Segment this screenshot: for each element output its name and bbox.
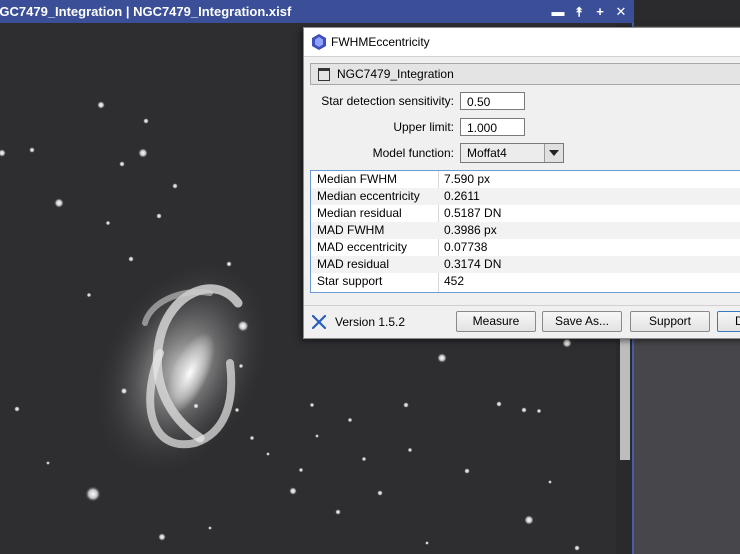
table-row: MAD FWHM 0.3986 px <box>311 222 740 239</box>
result-key: MAD residual <box>317 257 390 271</box>
save-as-button[interactable]: Save As... <box>542 311 622 332</box>
result-value: 0.3174 DN <box>444 257 502 271</box>
model-function-select[interactable]: Moffat4 <box>460 143 564 163</box>
dialog-titlebar[interactable]: FWHMEccentricity <box>304 28 740 57</box>
view-name: NGC7479_Integration <box>337 67 454 81</box>
sensitivity-input[interactable]: 0.50 <box>460 92 525 110</box>
result-value: 0.07738 <box>444 240 488 254</box>
result-value: 0.2611 <box>444 189 480 203</box>
table-row: Star support 452 <box>311 273 740 290</box>
result-key: Star support <box>317 274 383 288</box>
image-scrollbar-thumb[interactable] <box>620 330 630 460</box>
pixinsight-script-icon <box>312 34 326 50</box>
result-key: Median FWHM <box>317 172 398 186</box>
shade-icon[interactable]: ⯭ <box>569 0 589 23</box>
model-function-value: Moffat4 <box>467 146 507 160</box>
fwhm-eccentricity-dialog: FWHMEccentricity NGC7479_Integration Sta… <box>303 27 740 339</box>
view-selector[interactable]: NGC7479_Integration <box>310 63 740 85</box>
image-window-titlebar[interactable]: NGC7479_Integration | NGC7479_Integratio… <box>0 0 634 23</box>
chevron-down-icon[interactable] <box>544 144 563 162</box>
table-row: Median FWHM 7.590 px <box>311 171 740 188</box>
footer-divider <box>304 305 740 306</box>
result-value: 452 <box>444 274 465 288</box>
minimize-icon[interactable]: ▬ <box>548 0 568 23</box>
result-value: 0.3986 px <box>444 223 497 237</box>
screen: NGC7479_Integration | NGC7479_Integratio… <box>0 0 740 554</box>
pixinsight-logo-icon <box>312 315 326 329</box>
result-value: 0.5187 DN <box>444 206 502 220</box>
upper-limit-label: Upper limit: <box>393 120 454 134</box>
results-table[interactable]: Median FWHM 7.590 px Median eccentricity… <box>310 170 740 293</box>
table-row: MAD eccentricity 0.07738 <box>311 239 740 256</box>
support-button[interactable]: Support <box>630 311 710 332</box>
result-key: Median eccentricity <box>317 189 420 203</box>
image-window-title: NGC7479_Integration | NGC7479_Integratio… <box>0 4 292 19</box>
dialog-title: FWHMEccentricity <box>331 35 430 49</box>
model-function-label: Model function: <box>372 146 454 160</box>
result-key: Median residual <box>317 206 402 220</box>
table-row: Median residual 0.5187 DN <box>311 205 740 222</box>
result-value: 7.590 px <box>444 172 491 186</box>
result-key: MAD FWHM <box>317 223 385 237</box>
view-window-icon <box>318 68 330 81</box>
version-label: Version 1.5.2 <box>335 315 406 329</box>
close-icon[interactable]: ✕ <box>611 0 631 23</box>
upper-limit-input[interactable]: 1.000 <box>460 118 525 136</box>
measure-button[interactable]: Measure <box>456 311 536 332</box>
workspace-top-strip <box>634 0 740 26</box>
table-row: MAD residual 0.3174 DN <box>311 256 740 273</box>
maximize-icon[interactable]: + <box>590 0 610 23</box>
result-key: MAD eccentricity <box>317 240 408 254</box>
table-row: Median eccentricity 0.2611 <box>311 188 740 205</box>
dismiss-button[interactable]: Dismiss <box>717 311 740 332</box>
sensitivity-label: Star detection sensitivity: <box>321 94 454 108</box>
